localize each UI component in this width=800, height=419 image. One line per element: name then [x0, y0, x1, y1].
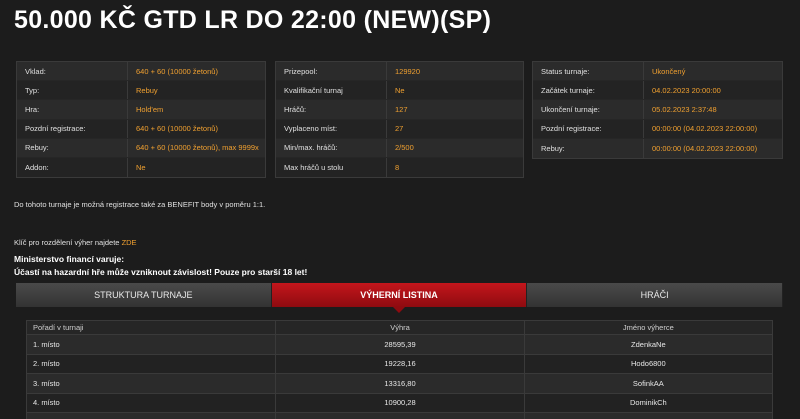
tab-prize-list[interactable]: VÝHERNÍ LISTINA	[271, 283, 528, 313]
payout-key-note: Klíč pro rozdělení výher najdete ZDE	[14, 238, 137, 247]
info-label: Addon:	[25, 163, 49, 173]
info-value: Rebuy	[127, 81, 265, 100]
info-label: Min/max. hráčů:	[284, 143, 338, 153]
page-title: 50.000 KČ GTD LR DO 22:00 (NEW)(SP)	[14, 6, 492, 34]
prize-cell: 10900,28	[275, 393, 523, 412]
info-value: 129920	[386, 62, 523, 81]
info-row: Rebuy: 00:00:00 (04.02.2023 22:00:00)	[533, 138, 782, 158]
info-row: Začátek turnaje: 04.02.2023 20:00:00	[533, 81, 782, 101]
table-row: 2. místo 19228,16 Hodo6800	[27, 353, 772, 373]
gambling-warning-text: Účastí na hazardní hře může vzniknout zá…	[14, 267, 308, 277]
prize-cell	[275, 413, 523, 419]
info-label: Hráčů:	[284, 104, 307, 114]
gambling-warning-title: Ministerstvo financí varuje:	[14, 254, 125, 264]
info-label: Rebuy:	[25, 143, 49, 153]
prize-list-table: Pořadí v turnaji Výhra Jméno výherce 1. …	[26, 320, 773, 419]
info-row: Prizepool: 129920	[276, 62, 523, 82]
info-row: Hráčů: 127	[276, 100, 523, 120]
table-row: 4. místo 10900,28 DominikCh	[27, 392, 772, 412]
payout-key-text: Klíč pro rozdělení výher najdete	[14, 238, 122, 247]
info-value: 00:00:00 (04.02.2023 22:00:00)	[643, 119, 782, 138]
info-row: Kvalifikační turnaj Ne	[276, 81, 523, 101]
winner-cell: Hodo6800	[523, 354, 772, 373]
table-row: 1. místo 28595,39 ZdenkaNe	[27, 334, 772, 354]
rank-cell: 1. místo	[33, 339, 60, 349]
header-winner: Jméno výherce	[523, 321, 772, 334]
info-label: Status turnaje:	[541, 66, 590, 76]
info-label: Ukončení turnaje:	[541, 104, 600, 114]
tournament-info-table-left: Vklad: 640 + 60 (10000 žetonů) Typ: Rebuy Hr…	[16, 61, 266, 179]
rank-cell: 3. místo	[33, 378, 60, 388]
info-label: Vklad:	[25, 66, 46, 76]
tournament-info-table-right: Status turnaje: Ukončený Začátek turnaje: 0…	[532, 61, 783, 159]
info-label: Vyplaceno míst:	[284, 124, 338, 134]
info-label: Typ:	[25, 85, 40, 95]
info-row: Min/max. hráčů: 2/500	[276, 138, 523, 158]
info-row: Vyplaceno míst: 27	[276, 119, 523, 139]
info-value: 05.02.2023 2:37:48	[643, 100, 782, 119]
payout-key-link[interactable]: ZDE	[122, 238, 137, 247]
info-value: 640 + 60 (10000 žetonů)	[127, 119, 265, 138]
info-value: 04.02.2023 20:00:00	[643, 81, 782, 100]
info-value: 27	[386, 119, 523, 138]
info-value: 127	[386, 100, 523, 119]
info-value: Ne	[127, 157, 265, 178]
tab-players[interactable]: HRÁČI	[527, 283, 784, 307]
table-row: 5. místo	[27, 412, 772, 419]
rank-cell: 4. místo	[33, 398, 60, 408]
info-value: 00:00:00 (04.02.2023 22:00:00)	[643, 138, 782, 158]
info-value: 8	[386, 157, 523, 178]
info-value: 640 + 60 (10000 žetonů)	[127, 62, 265, 81]
info-value: 640 + 60 (10000 žetonů), max 9999x	[127, 138, 265, 157]
info-label: Začátek turnaje:	[541, 85, 595, 95]
info-row: Hra: Hold'em	[17, 100, 265, 120]
winner-cell: ZdenkaNe	[523, 335, 772, 354]
rank-cell: 2. místo	[33, 359, 60, 369]
info-label: Pozdní registrace:	[25, 124, 86, 134]
tab-structure[interactable]: STRUKTURA TURNAJE	[16, 283, 272, 307]
info-row: Pozdní registrace: 00:00:00 (04.02.2023 2…	[533, 119, 782, 139]
prize-cell: 13316,80	[275, 374, 523, 393]
info-row: Max hráčů u stolu 8	[276, 157, 523, 178]
info-row: Vklad: 640 + 60 (10000 žetonů)	[17, 62, 265, 82]
tournament-info-table-middle: Prizepool: 129920 Kvalifikační turnaj Ne Hrá…	[275, 61, 524, 179]
tournament-tabs: STRUKTURA TURNAJE VÝHERNÍ LISTINA HRÁČI	[16, 283, 784, 313]
benefit-note: Do tohoto turnaje je možná registrace ta…	[14, 200, 266, 209]
info-value: Hold'em	[127, 100, 265, 119]
info-label: Prizepool:	[284, 66, 318, 76]
header-rank: Pořadí v turnaji	[33, 323, 84, 332]
info-value: 2/500	[386, 138, 523, 157]
info-row: Status turnaje: Ukončený	[533, 62, 782, 82]
table-header: Pořadí v turnaji Výhra Jméno výherce	[27, 321, 772, 334]
info-value: Ne	[386, 81, 523, 100]
info-row: Addon: Ne	[17, 157, 265, 178]
info-label: Max hráčů u stolu	[284, 163, 344, 173]
info-row: Rebuy: 640 + 60 (10000 žetonů), max 9999x	[17, 138, 265, 158]
info-value: Ukončený	[643, 62, 782, 81]
info-label: Pozdní registrace:	[541, 124, 602, 134]
winner-cell: SofinkAA	[523, 374, 772, 393]
info-label: Hra:	[25, 104, 40, 114]
winner-cell	[523, 413, 772, 419]
info-row: Pozdní registrace: 640 + 60 (10000 žetonů…	[17, 119, 265, 139]
prize-cell: 19228,16	[275, 354, 523, 373]
info-label: Kvalifikační turnaj	[284, 85, 343, 95]
prize-cell: 28595,39	[275, 335, 523, 354]
header-prize: Výhra	[275, 321, 523, 334]
info-label: Rebuy:	[541, 143, 565, 153]
table-row: 3. místo 13316,80 SofinkAA	[27, 373, 772, 393]
info-row: Typ: Rebuy	[17, 81, 265, 101]
winner-cell: DominikCh	[523, 393, 772, 412]
info-row: Ukončení turnaje: 05.02.2023 2:37:48	[533, 100, 782, 120]
